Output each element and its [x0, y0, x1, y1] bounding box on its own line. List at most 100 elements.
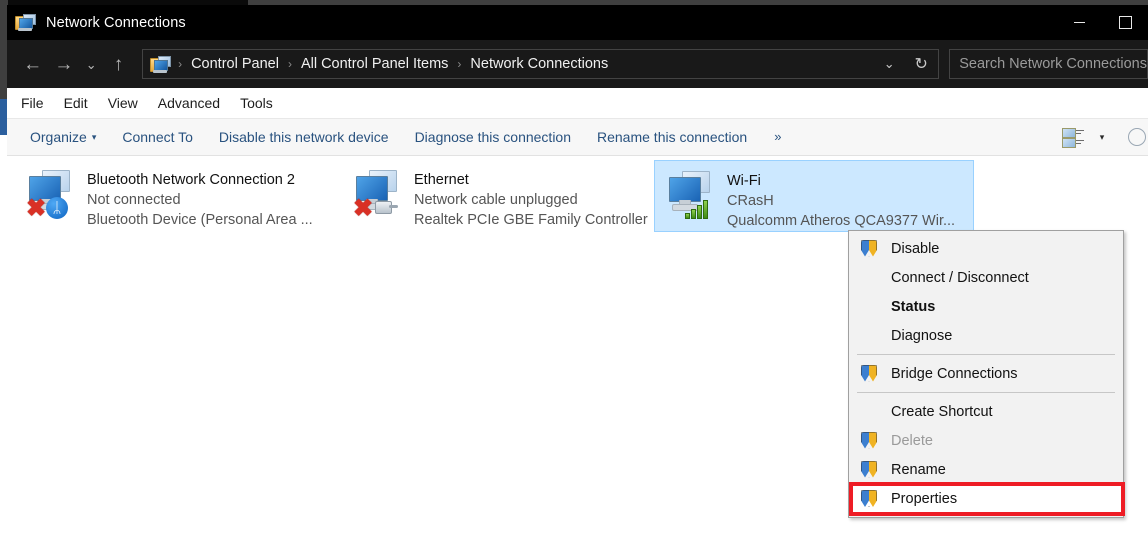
- window-left-edge: [0, 5, 7, 99]
- diagnose-this-connection-button[interactable]: Diagnose this connection: [402, 119, 584, 155]
- window-title: Network Connections: [46, 15, 186, 31]
- context-menu-separator: [857, 392, 1115, 393]
- breadcrumb-control-panel[interactable]: Control Panel: [190, 56, 280, 72]
- view-options-icon[interactable]: [1062, 128, 1086, 146]
- context-menu-item-properties[interactable]: Properties: [849, 484, 1123, 514]
- connect-to-button[interactable]: Connect To: [109, 119, 206, 155]
- up-arrow-icon[interactable]: ↑: [103, 48, 134, 80]
- menu-file[interactable]: File: [11, 88, 54, 118]
- connection-name: Ethernet: [414, 170, 648, 190]
- context-menu-label: Delete: [891, 433, 933, 449]
- context-menu-item-create-shortcut[interactable]: Create Shortcut: [849, 397, 1123, 426]
- context-menu-label: Bridge Connections: [891, 366, 1018, 382]
- no-icon: [859, 268, 879, 288]
- list-item-text: Wi-Fi CRasH Qualcomm Atheros QCA9377 Wir…: [727, 171, 955, 231]
- connection-status: Network cable unplugged: [414, 190, 648, 210]
- command-bar: Organize ▾ Connect To Disable this networ…: [7, 119, 1148, 156]
- menu-tools[interactable]: Tools: [230, 88, 283, 118]
- context-menu-item-status[interactable]: Status: [849, 292, 1123, 321]
- context-menu-item-diagnose[interactable]: Diagnose: [849, 321, 1123, 350]
- list-item-bluetooth-network-connection-2[interactable]: ✖ ᛦ Bluetooth Network Connection 2 Not c…: [15, 160, 345, 232]
- maximize-button[interactable]: [1102, 5, 1148, 40]
- rename-this-connection-button[interactable]: Rename this connection: [584, 119, 760, 155]
- connection-status: Not connected: [87, 190, 313, 210]
- forward-arrow-icon[interactable]: →: [48, 48, 79, 80]
- context-menu-label: Connect / Disconnect: [891, 270, 1029, 286]
- context-menu-item-connect-disconnect[interactable]: Connect / Disconnect: [849, 263, 1123, 292]
- no-icon: [859, 297, 879, 317]
- menu-view[interactable]: View: [98, 88, 148, 118]
- maximize-icon: [1119, 16, 1132, 29]
- window-controls: [1056, 5, 1148, 40]
- help-icon[interactable]: [1128, 128, 1146, 146]
- context-menu-item-delete: Delete: [849, 426, 1123, 455]
- breadcrumb-separator: ›: [449, 57, 469, 71]
- context-menu-label: Status: [891, 299, 935, 315]
- chevron-down-icon: ▾: [92, 119, 97, 155]
- network-connections-icon: [15, 13, 37, 33]
- context-menu-label: Create Shortcut: [891, 404, 993, 420]
- list-item-text: Ethernet Network cable unplugged Realtek…: [414, 170, 648, 230]
- list-item-wi-fi[interactable]: Wi-Fi CRasH Qualcomm Atheros QCA9377 Wir…: [654, 160, 974, 232]
- no-icon: [859, 402, 879, 422]
- organize-button[interactable]: Organize ▾: [17, 119, 109, 155]
- address-chevron-down-icon[interactable]: ⌄: [874, 56, 904, 72]
- command-bar-right: ▾: [1062, 128, 1148, 146]
- minimize-icon: [1074, 22, 1085, 23]
- shield-icon: [859, 460, 879, 480]
- no-icon: [859, 326, 879, 346]
- recent-locations-chevron-down-icon[interactable]: ⌄: [79, 48, 102, 80]
- menu-edit[interactable]: Edit: [54, 88, 98, 118]
- window-left-accent: [0, 99, 7, 135]
- breadcrumb-separator: ›: [170, 57, 190, 71]
- list-item-ethernet[interactable]: ✖ Ethernet Network cable unplugged Realt…: [342, 160, 657, 232]
- address-network-connections-icon: [150, 55, 170, 73]
- unplugged-cable-icon: [373, 199, 399, 215]
- navigation-bar: ← → ⌄ ↑ › Control Panel › All Control Pa…: [7, 40, 1148, 88]
- search-input[interactable]: Search Network Connections: [949, 49, 1148, 79]
- view-options-chevron-down-icon[interactable]: ▾: [1090, 132, 1114, 143]
- connection-name: Wi-Fi: [727, 171, 955, 191]
- address-bar[interactable]: › Control Panel › All Control Panel Item…: [142, 49, 939, 79]
- context-menu-label: Properties: [891, 491, 957, 507]
- context-menu-label: Rename: [891, 462, 946, 478]
- shield-icon: [859, 364, 879, 384]
- back-arrow-icon[interactable]: ←: [17, 48, 48, 80]
- connection-device: Bluetooth Device (Personal Area ...: [87, 210, 313, 230]
- connection-name: Bluetooth Network Connection 2: [87, 170, 313, 190]
- signal-bars-icon: [685, 198, 711, 220]
- connection-device: Realtek PCIe GBE Family Controller: [414, 210, 648, 230]
- disconnected-x-icon: ✖: [25, 198, 47, 220]
- breadcrumb-network-connections[interactable]: Network Connections: [469, 56, 609, 72]
- bluetooth-icon: ᛦ: [46, 197, 68, 219]
- shield-icon: [859, 431, 879, 451]
- context-menu-label: Diagnose: [891, 328, 952, 344]
- context-menu-item-disable[interactable]: Disable: [849, 234, 1123, 263]
- search-placeholder: Search Network Connections: [959, 56, 1147, 72]
- refresh-icon[interactable]: ↻: [904, 54, 938, 74]
- shield-icon: [859, 239, 879, 259]
- connection-device: Qualcomm Atheros QCA9377 Wir...: [727, 211, 955, 231]
- title-bar: Network Connections: [7, 5, 1148, 40]
- breadcrumb-separator: ›: [280, 57, 300, 71]
- context-menu-separator: [857, 354, 1115, 355]
- network-connections-window: Network Connections ← → ⌄ ↑ ›: [0, 0, 1148, 549]
- disable-this-network-device-button[interactable]: Disable this network device: [206, 119, 402, 155]
- overflow-button[interactable]: »: [760, 119, 795, 155]
- minimize-button[interactable]: [1056, 5, 1102, 40]
- breadcrumb-all-control-panel-items[interactable]: All Control Panel Items: [300, 56, 449, 72]
- context-menu-label: Disable: [891, 241, 939, 257]
- disconnected-x-icon: ✖: [352, 198, 374, 220]
- context-menu-item-rename[interactable]: Rename: [849, 455, 1123, 484]
- network-adapter-icon: ✖: [352, 168, 404, 220]
- organize-label: Organize: [30, 129, 87, 145]
- menu-advanced[interactable]: Advanced: [148, 88, 230, 118]
- connection-status: CRasH: [727, 191, 955, 211]
- menu-bar: File Edit View Advanced Tools: [7, 88, 1148, 119]
- shield-icon: [859, 489, 879, 509]
- properties-row-wrapper: Properties: [849, 484, 1123, 514]
- network-adapter-icon: ✖ ᛦ: [25, 168, 77, 220]
- context-menu: Disable Connect / Disconnect Status Diag…: [848, 230, 1124, 518]
- network-adapter-icon: [665, 169, 717, 221]
- context-menu-item-bridge-connections[interactable]: Bridge Connections: [849, 359, 1123, 388]
